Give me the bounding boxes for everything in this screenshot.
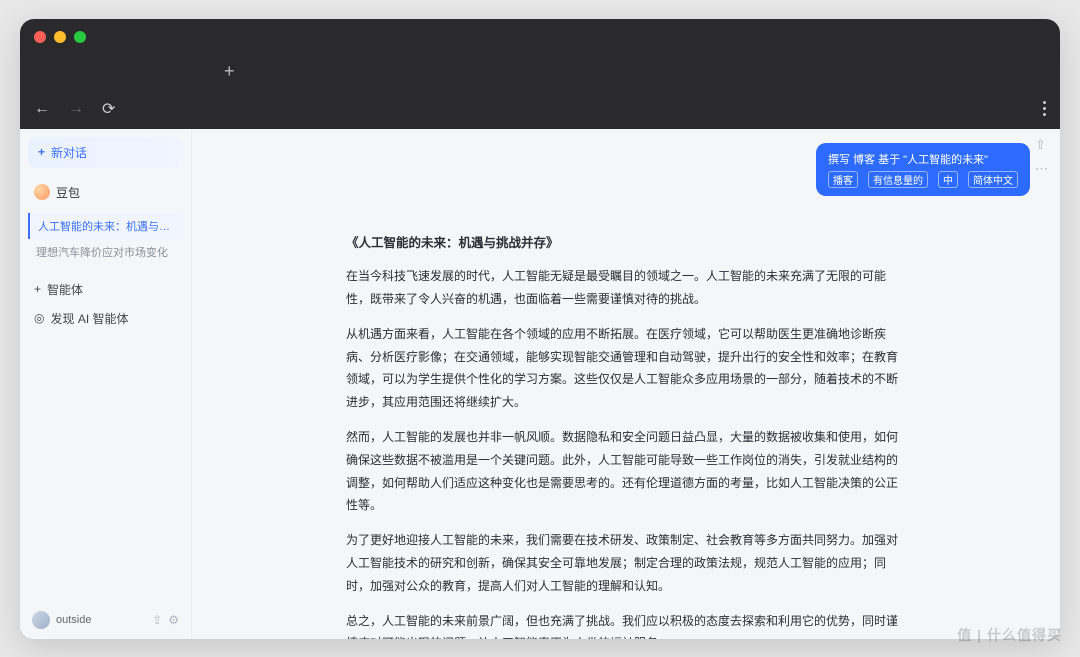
traffic-lights: [34, 31, 86, 43]
assistant-avatar-icon: [34, 184, 50, 200]
article-title: 《人工智能的未来：机遇与挑战并存》: [346, 232, 906, 256]
close-icon[interactable]: [34, 31, 46, 43]
app: + 新对话 豆包 人工智能的未来：机遇与挑... 理想汽车降价应对市场变化 + …: [20, 129, 1060, 639]
new-tab-button[interactable]: +: [224, 61, 235, 82]
chat-item[interactable]: 理想汽车降价应对市场变化: [28, 239, 183, 265]
maximize-icon[interactable]: [74, 31, 86, 43]
plus-icon: +: [38, 145, 45, 159]
minimize-icon[interactable]: [54, 31, 66, 43]
new-chat-button[interactable]: + 新对话: [28, 137, 183, 168]
sidebar-item-assistant[interactable]: 豆包: [28, 178, 183, 207]
main: ⇧ ⋯ 撰写 博客 基于 "人工智能的未来" 播客 有信息量的 中 简体中文 《…: [192, 129, 1060, 639]
assistant-label: 豆包: [56, 184, 80, 201]
top-right-actions: ⇧ ⋯: [1035, 137, 1048, 177]
sidebar-item-discover[interactable]: ◎ 发现 AI 智能体: [28, 304, 183, 333]
user-avatar-icon: [32, 611, 50, 629]
new-chat-label: 新对话: [51, 144, 87, 161]
settings-icon[interactable]: ⚙: [168, 613, 179, 627]
article-paragraph: 然而，人工智能的发展也并非一帆风顺。数据隐私和安全问题日益凸显，大量的数据被收集…: [346, 426, 906, 517]
article-paragraph: 总之，人工智能的未来前景广阔，但也充满了挑战。我们应以积极的态度去探索和利用它的…: [346, 610, 906, 639]
sidebar-item-agents[interactable]: + 智能体: [28, 275, 183, 304]
sidebar-footer: outside ⇪ ⚙: [28, 603, 183, 639]
prompt-text: 撰写 博客 基于 "人工智能的未来": [828, 151, 1018, 167]
article-paragraph: 从机遇方面来看，人工智能在各个领域的应用不断拓展。在医疗领域，它可以帮助医生更准…: [346, 323, 906, 414]
prompt-chip: 中: [938, 171, 958, 188]
navbar: ← → ⟳: [20, 89, 1060, 129]
share-icon[interactable]: ⇧: [1035, 137, 1048, 153]
prompt-chip: 有信息量的: [868, 171, 928, 188]
browser-window: + ← → ⟳ + 新对话 豆包 人工智能的未来：机遇与挑... 理想汽车降价应…: [20, 19, 1060, 639]
sidebar-item-label: 发现 AI 智能体: [50, 310, 128, 327]
compass-icon: ◎: [34, 311, 44, 325]
menu-icon[interactable]: [1043, 101, 1046, 116]
user-prompt: 撰写 博客 基于 "人工智能的未来" 播客 有信息量的 中 简体中文: [816, 143, 1030, 196]
prompt-chip: 简体中文: [968, 171, 1018, 188]
chat-item[interactable]: 人工智能的未来：机遇与挑...: [28, 213, 183, 239]
titlebar: [20, 19, 1060, 55]
prompt-chip: 播客: [828, 171, 858, 188]
sidebar-item-label: 智能体: [47, 281, 83, 298]
forward-icon[interactable]: →: [68, 100, 84, 118]
tabbar: +: [20, 55, 1060, 89]
reload-icon[interactable]: ⟳: [102, 99, 115, 119]
more-icon[interactable]: ⋯: [1035, 161, 1048, 177]
article: 《人工智能的未来：机遇与挑战并存》 在当今科技飞速发展的时代，人工智能无疑是最受…: [346, 196, 906, 639]
plus-icon: +: [34, 282, 41, 296]
user-name[interactable]: outside: [56, 614, 146, 626]
chat-list: 人工智能的未来：机遇与挑... 理想汽车降价应对市场变化: [28, 213, 183, 265]
watermark: 值 | 什么值得买: [957, 625, 1062, 645]
notify-icon[interactable]: ⇪: [152, 613, 162, 627]
article-paragraph: 在当今科技飞速发展的时代，人工智能无疑是最受瞩目的领域之一。人工智能的未来充满了…: [346, 265, 906, 311]
article-paragraph: 为了更好地迎接人工智能的未来，我们需要在技术研发、政策制定、社会教育等多方面共同…: [346, 529, 906, 597]
content: 撰写 博客 基于 "人工智能的未来" 播客 有信息量的 中 简体中文 《人工智能…: [192, 129, 1060, 639]
back-icon[interactable]: ←: [34, 100, 50, 118]
browser-tab[interactable]: [32, 58, 212, 86]
sidebar: + 新对话 豆包 人工智能的未来：机遇与挑... 理想汽车降价应对市场变化 + …: [20, 129, 192, 639]
